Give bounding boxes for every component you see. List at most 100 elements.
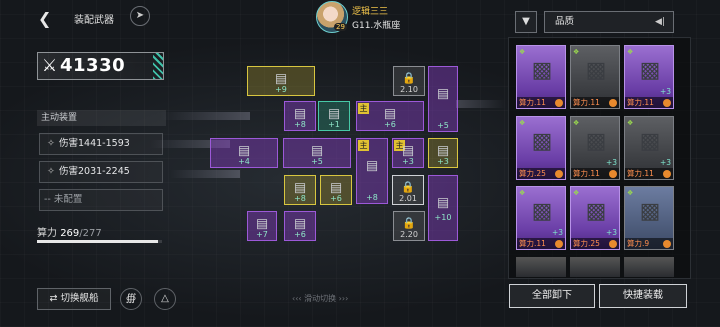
inventory-card[interactable]: ❖ ▩ 算力.11 — [570, 45, 620, 109]
swords-icon: ⚔ — [42, 56, 58, 76]
gear-icon — [555, 98, 563, 107]
filter-button[interactable]: ▼ — [515, 11, 537, 33]
weapon-slot[interactable]: ▤ +7 — [247, 211, 277, 241]
inventory-card[interactable]: ❖ ▩ +3 算力.11 — [624, 45, 674, 109]
weapon-icon: ▩ — [531, 58, 553, 83]
card-stat: 算力.11 — [519, 98, 546, 107]
card-footer: 算力.11 — [625, 97, 673, 108]
inventory-card[interactable]: ❖ ▩ 算力.11 — [516, 45, 566, 109]
weapon-icon: ▩ — [531, 199, 553, 224]
card-stat: 算力.11 — [519, 239, 546, 248]
calc-total: /277 — [79, 228, 102, 239]
calc-progress-bar — [37, 240, 162, 243]
stripe-decoration — [153, 53, 163, 79]
trail-decoration — [456, 100, 506, 108]
card-plus: +3 — [551, 228, 563, 237]
card-plus: +3 — [659, 87, 671, 96]
stack-icon: ❖ — [627, 119, 634, 127]
stack-icon: ❖ — [519, 189, 526, 197]
weapon-icon: ▩ — [639, 58, 661, 83]
card-footer: 算力.11 — [517, 97, 565, 108]
back-button[interactable]: ❮ — [38, 9, 51, 28]
active-slot-1[interactable]: ✧ 伤害1441-1593 — [39, 133, 163, 155]
weapon-slot[interactable]: ▤ +6 — [284, 211, 316, 241]
weapon-icon: ▤ — [436, 143, 450, 159]
locked-slot[interactable]: 🔒 2.10 — [393, 66, 425, 96]
lock-icon: 🔒 — [402, 71, 416, 85]
weapon-slot[interactable]: 主 ▤ +3 — [392, 138, 424, 168]
weapon-slot[interactable]: ▤ +6 — [320, 175, 352, 205]
locked-slot[interactable]: 🔒 2.20 — [393, 211, 425, 241]
weapon-mode-icon[interactable]: ∰ — [120, 288, 142, 310]
active-slot-label: 伤害1441-1593 — [59, 138, 130, 149]
weapon-slot[interactable]: ▤ +4 — [210, 138, 278, 168]
power-display: ⚔ 41330 — [37, 52, 164, 80]
active-slot-2[interactable]: ✧ 伤害2031-2245 — [39, 161, 163, 183]
slot-bonus: +6 — [384, 120, 396, 129]
ship-name: G11.水瓶座 — [352, 21, 401, 31]
quick-equip-button[interactable]: 快捷装载 — [599, 284, 687, 308]
inventory-card[interactable]: ❖ ▩ +3 算力.11 — [516, 186, 566, 250]
weapon-icon: ▤ — [436, 86, 450, 102]
switch-ship-button[interactable]: ⇄ 切换舰船 — [37, 288, 111, 310]
inventory-card[interactable]: ❖ ▩ 算力.9 — [624, 186, 674, 250]
weapon-slot[interactable]: 主 ▤ +6 — [356, 101, 424, 131]
filter-icon: ▼ — [522, 16, 530, 27]
swipe-hint: ‹‹‹ 滑动切换 ››› — [292, 294, 349, 303]
weapon-icon: ▤ — [327, 106, 341, 122]
inventory-card[interactable]: ❖ ▩ +3 算力.11 — [570, 116, 620, 180]
slot-bonus: +7 — [256, 230, 268, 239]
active-slot-3[interactable]: -- 未配置 — [39, 189, 163, 211]
weapon-icon: ▤ — [383, 106, 397, 122]
card-footer: 算力.11 — [625, 168, 673, 179]
gear-icon — [609, 169, 617, 178]
sort-select[interactable]: 品质 ◀| — [544, 11, 674, 33]
slot-bonus: +6 — [330, 194, 342, 203]
triangle-mode-icon[interactable]: △ — [154, 288, 176, 310]
sort-order-icon: ◀| — [655, 17, 665, 27]
inventory-card-partial[interactable] — [570, 257, 620, 277]
weapon-slot[interactable]: ▤ +10 — [428, 175, 458, 241]
slot-bonus: +3 — [437, 157, 449, 166]
weapon-icon: ▤ — [436, 195, 450, 211]
stack-icon: ❖ — [573, 189, 580, 197]
weapon-icon: ▤ — [293, 216, 307, 232]
gear-icon — [663, 239, 671, 248]
slot-bonus: +5 — [437, 121, 449, 130]
switch-ship-label: 切换舰船 — [60, 293, 99, 304]
card-stat: 算力.11 — [627, 169, 654, 178]
slot-bonus: +6 — [294, 230, 306, 239]
unload-all-button[interactable]: 全部卸下 — [509, 284, 595, 308]
weapon-slot[interactable]: 主 ▤ +8 — [356, 138, 388, 204]
weapon-icon: ▤ — [293, 106, 307, 122]
slot-bonus: +8 — [366, 193, 378, 202]
active-slot-label: -- 未配置 — [44, 194, 83, 205]
inventory-card-partial[interactable] — [516, 257, 566, 277]
inventory-card[interactable]: ❖ ▩ 算力.25 — [516, 116, 566, 180]
inventory-card-partial[interactable] — [624, 257, 674, 277]
rocket-icon[interactable]: ➤ — [130, 6, 150, 26]
weapon-slot[interactable]: ▤ +9 — [247, 66, 315, 96]
card-footer: 算力.9 — [625, 238, 673, 249]
weapon-icon: ▤ — [329, 180, 343, 196]
weapon-slot[interactable]: ▤ +8 — [284, 101, 316, 131]
weapon-icon: ▤ — [293, 180, 307, 196]
weapon-slot[interactable]: ▤ +5 — [283, 138, 351, 168]
card-plus: +3 — [605, 158, 617, 167]
weapon-slot[interactable]: ▤ +3 — [428, 138, 458, 168]
trail-decoration — [160, 112, 250, 120]
calc-used: 269 — [60, 228, 80, 239]
inventory-card[interactable]: ❖ ▩ +3 算力.25 — [570, 186, 620, 250]
inventory-card[interactable]: ❖ ▩ +3 算力.11 — [624, 116, 674, 180]
gear-icon — [609, 239, 617, 248]
weapon-slot[interactable]: ▤ +5 — [428, 66, 458, 132]
weapon-slot[interactable]: ▤ +1 — [318, 101, 350, 131]
stack-icon: ❖ — [573, 119, 580, 127]
weapon-slot[interactable]: ▤ +8 — [284, 175, 316, 205]
calc-progress-fill — [37, 240, 159, 243]
card-stat: 算力.11 — [573, 169, 600, 178]
main-badge: 主 — [358, 140, 369, 151]
weapon-icon: ▩ — [585, 199, 607, 224]
card-footer: 算力.11 — [517, 238, 565, 249]
locked-slot[interactable]: 🔒 2.01 — [392, 175, 424, 205]
